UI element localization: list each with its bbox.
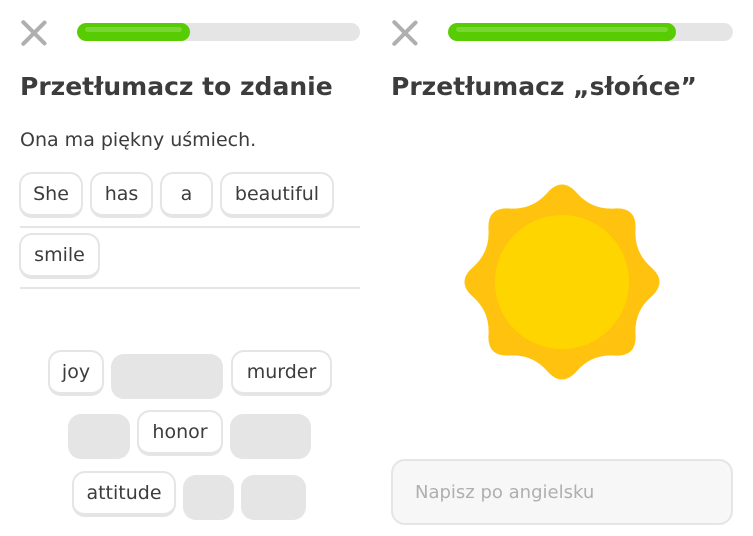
- answer-word-chip[interactable]: a: [160, 172, 213, 218]
- word-bank-empty-slot: [241, 475, 306, 520]
- word-bank-empty-slot: [68, 414, 130, 459]
- answer-line: [20, 226, 360, 228]
- word-bank-empty-slot: [230, 414, 311, 459]
- word-bank-empty-slot: [183, 475, 234, 520]
- progress-fill: [448, 23, 676, 41]
- exercise-title: Przetłumacz „słońce”: [391, 72, 697, 101]
- translate-word-panel: Przetłumacz „słońce”: [372, 0, 753, 536]
- word-bank-empty-slot: [111, 354, 223, 399]
- answer-line: [20, 287, 360, 289]
- sun-core: [495, 215, 629, 349]
- answer-word-chip[interactable]: beautiful: [220, 172, 334, 218]
- answer-word-chip[interactable]: has: [90, 172, 153, 218]
- close-icon[interactable]: [19, 18, 49, 48]
- progress-fill: [77, 23, 191, 41]
- answer-input[interactable]: [391, 459, 733, 525]
- progress-bar: [448, 23, 733, 41]
- translate-sentence-panel: Przetłumacz to zdanie Ona ma piękny uśmi…: [0, 0, 372, 536]
- word-bank-chip-honor[interactable]: honor: [137, 410, 223, 456]
- word-bank-chip-attitude[interactable]: attitude: [72, 471, 176, 517]
- answer-word-chip[interactable]: smile: [19, 233, 100, 279]
- progress-bar: [77, 23, 360, 41]
- close-icon[interactable]: [390, 18, 420, 48]
- sun-icon: [464, 184, 660, 380]
- word-bank-chip-joy[interactable]: joy: [48, 350, 104, 396]
- answer-word-chip[interactable]: She: [19, 172, 83, 218]
- exercise-title: Przetłumacz to zdanie: [20, 72, 333, 101]
- word-bank-chip-murder[interactable]: murder: [231, 350, 332, 396]
- source-sentence: Ona ma piękny uśmiech.: [20, 129, 257, 151]
